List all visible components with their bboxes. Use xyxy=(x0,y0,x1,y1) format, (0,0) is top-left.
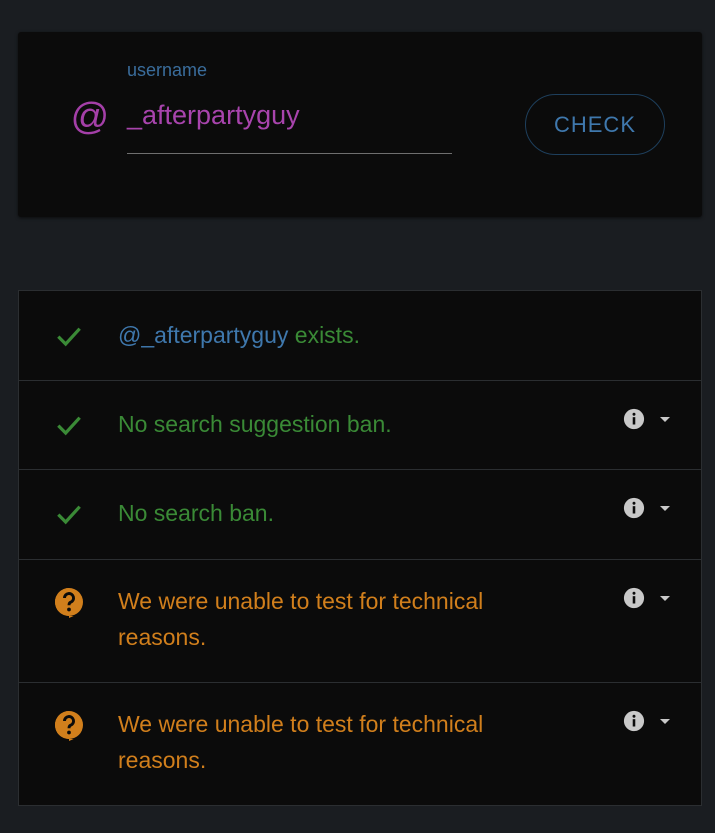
info-icon[interactable] xyxy=(623,408,645,430)
result-text: We were unable to test for technical rea… xyxy=(118,583,483,655)
result-row-search-suggestion-ban[interactable]: No search suggestion ban. xyxy=(19,380,701,470)
result-text: @_afterpartyguy exists. xyxy=(118,317,360,353)
result-row-unknown-2[interactable]: We were unable to test for technical rea… xyxy=(19,682,701,805)
result-row-search-ban[interactable]: No search ban. xyxy=(19,469,701,560)
caret-down-icon[interactable] xyxy=(659,595,671,603)
checkmark-icon xyxy=(57,416,81,436)
info-icon[interactable] xyxy=(623,710,645,732)
username-input[interactable]: _afterpartyguy xyxy=(127,100,300,131)
result-text: No search ban. xyxy=(118,500,274,526)
caret-down-icon[interactable] xyxy=(659,718,671,726)
caret-down-icon[interactable] xyxy=(659,416,671,424)
result-text-line-1: We were unable to test for technical xyxy=(118,711,484,737)
result-handle: @_afterpartyguy xyxy=(118,322,289,348)
check-button[interactable]: CHECK xyxy=(525,94,665,155)
result-text: We were unable to test for technical rea… xyxy=(118,706,483,778)
result-text-line-2: reasons. xyxy=(118,747,207,773)
question-bubble-icon xyxy=(54,711,83,741)
username-field-label: username xyxy=(127,60,208,80)
checkmark-icon xyxy=(57,505,81,525)
question-bubble-icon xyxy=(54,588,83,618)
result-text-line-1: We were unable to test for technical xyxy=(118,588,484,614)
result-row-unknown-1[interactable]: We were unable to test for technical rea… xyxy=(19,559,701,683)
results-list: @_afterpartyguy exists. No search sugges… xyxy=(18,290,702,806)
info-icon[interactable] xyxy=(623,587,645,609)
result-text-line-2: reasons. xyxy=(118,624,207,650)
checkmark-icon xyxy=(57,327,81,347)
result-row-exists: @_afterpartyguy exists. xyxy=(19,291,701,381)
caret-down-icon[interactable] xyxy=(659,505,671,513)
at-sign-icon: @ xyxy=(70,96,109,138)
username-input-underline xyxy=(127,153,452,154)
result-text: No search suggestion ban. xyxy=(118,411,392,437)
info-icon[interactable] xyxy=(623,497,645,519)
result-status-text: exists. xyxy=(288,322,360,348)
